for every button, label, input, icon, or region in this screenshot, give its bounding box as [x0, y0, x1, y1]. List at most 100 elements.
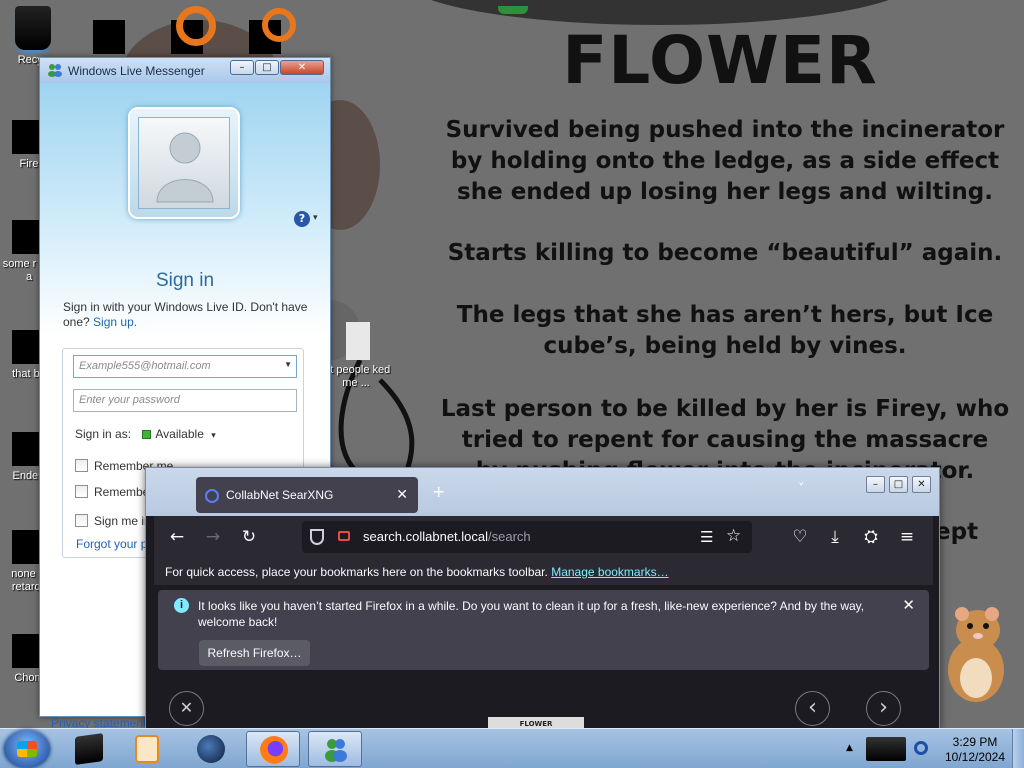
url-text: search.collabnet.local/search [363, 529, 531, 544]
status-dropdown-icon: ▾ [211, 430, 216, 440]
sign-in-description: Sign in with your Windows Live ID. Don't… [63, 300, 313, 330]
hamster-image [948, 607, 1004, 702]
password-field[interactable]: Enter your password [73, 389, 297, 412]
sign-in-as-row: Sign in as: Available ▾ [75, 427, 216, 441]
orange-ring-icon [262, 8, 296, 42]
list-all-tabs-button[interactable]: ˅ [798, 482, 805, 497]
email-dropdown-icon[interactable]: ▼ [284, 360, 292, 369]
refresh-firefox-notification: i It looks like you haven’t started Fire… [158, 590, 929, 670]
forgot-password-link[interactable]: Forgot your p [76, 537, 147, 551]
pocket-icon[interactable]: ♡ [789, 526, 811, 548]
downloads-icon[interactable]: ⤓ [824, 526, 846, 548]
wallpaper-paragraph-3: The legs that she has aren’t hers, but I… [456, 302, 994, 359]
previous-image-button[interactable]: ‹ [795, 691, 830, 726]
system-clock[interactable]: 3:29 PM 10/12/2024 [940, 735, 1010, 765]
notification-message: It looks like you haven’t started Firefo… [198, 599, 865, 629]
reload-button[interactable]: ↻ [238, 526, 260, 548]
notification-close-icon[interactable]: ✕ [902, 596, 915, 614]
messenger-title: Windows Live Messenger [68, 64, 205, 78]
info-icon: i [174, 598, 189, 613]
tab-collabnet-searxng[interactable]: CollabNet SearXNG ✕ [196, 477, 418, 513]
tray-network-icon[interactable] [866, 737, 906, 761]
sign-me-in-label: Sign me in [94, 514, 151, 528]
show-desktop-button[interactable] [1012, 729, 1024, 768]
tracking-protection-shield-icon[interactable] [310, 529, 324, 545]
taskbar-item-firefox[interactable] [246, 731, 300, 767]
wallpaper-paragraph-4: Last person to be killed by her is Firey… [440, 396, 1010, 453]
remember-password-checkbox[interactable] [75, 485, 88, 498]
next-image-button[interactable]: › [866, 691, 901, 726]
maximize-button[interactable]: □ [255, 60, 279, 75]
messenger-icon [325, 739, 347, 762]
refresh-firefox-button[interactable]: Refresh Firefox… [199, 640, 310, 666]
sign-in-as-label: Sign in as: [75, 427, 132, 441]
tab-title: CollabNet SearXNG [226, 488, 334, 502]
back-button[interactable]: ← [166, 526, 188, 548]
new-tab-button[interactable]: + [432, 482, 445, 501]
navigation-toolbar: ← → ↻ search.collabnet.local/search ☰ ☆ … [154, 516, 933, 559]
url-host: search.collabnet.local [363, 529, 489, 544]
reader-view-icon[interactable]: ☰ [700, 528, 713, 546]
status-selector[interactable]: Available ▾ [134, 427, 216, 441]
hamburger-menu-icon[interactable]: ≡ [896, 526, 918, 548]
avatar [138, 117, 230, 209]
media-player-icon [135, 735, 159, 763]
sign-me-in-checkbox[interactable] [75, 514, 88, 527]
help-icon[interactable]: ? [294, 211, 310, 227]
password-placeholder: Enter your password [79, 394, 180, 406]
clock-time: 3:29 PM [952, 735, 998, 749]
searxng-favicon-icon [205, 489, 219, 503]
earth-icon [197, 735, 225, 763]
email-field[interactable]: Example555@hotmail.com ▼ [73, 355, 297, 378]
window-maximize-button[interactable]: □ [889, 476, 908, 493]
window-close-button[interactable]: ✕ [912, 476, 931, 493]
messenger-titlebar[interactable]: Windows Live Messenger – □ ✕ [40, 58, 330, 83]
content-close-button[interactable]: ✕ [169, 691, 204, 726]
start-button[interactable] [4, 730, 50, 768]
remember-me-checkbox[interactable] [75, 459, 88, 472]
extensions-icon[interactable]: ⛭ [860, 526, 882, 548]
recycle-bin-icon [15, 6, 51, 50]
manage-bookmarks-link[interactable]: Manage bookmarks… [551, 565, 668, 579]
default-user-icon [156, 132, 214, 203]
network-icon [75, 733, 103, 765]
minimize-button[interactable]: – [230, 60, 254, 75]
taskbar: ▲ 3:29 PM 10/12/2024 [0, 728, 1024, 768]
wallpaper-paragraph-1: Survived being pushed into the incinerat… [445, 117, 1005, 205]
page-content: ✕ ‹ › FLOWER [154, 676, 933, 729]
address-bar[interactable]: search.collabnet.local/search ☰ ☆ [302, 521, 752, 553]
forward-button[interactable]: → [202, 526, 224, 548]
bookmark-star-icon[interactable]: ☆ [726, 526, 741, 546]
url-path: /search [488, 529, 531, 544]
orange-ring-icon [176, 6, 216, 46]
firefox-titlebar[interactable]: CollabNet SearXNG ✕ + ˅ – □ ✕ [146, 468, 939, 516]
messenger-app-icon [48, 64, 62, 77]
taskbar-item-network[interactable] [62, 731, 116, 767]
firefox-icon [260, 736, 288, 764]
status-value: Available [155, 427, 204, 441]
desktop-icon-shortcut[interactable] [80, 20, 138, 58]
display-picture-frame[interactable] [128, 107, 240, 219]
tray-sync-icon[interactable] [914, 741, 928, 755]
sign-me-in-row[interactable]: Sign me in [75, 514, 151, 528]
tab-close-icon[interactable]: ✕ [396, 486, 408, 503]
sign-in-heading: Sign in [155, 270, 215, 291]
windows-logo-icon [17, 741, 37, 757]
available-status-icon [142, 430, 152, 439]
insecure-lock-icon[interactable] [338, 531, 350, 541]
show-hidden-icons-button[interactable]: ▲ [846, 743, 853, 753]
taskbar-item-messenger[interactable] [308, 731, 362, 767]
taskbar-item-media-player[interactable] [122, 731, 176, 767]
close-button[interactable]: ✕ [280, 60, 324, 75]
black-square-icon [93, 20, 125, 54]
wallpaper-paragraph-2: Starts killing to become “beautiful” aga… [447, 240, 1003, 266]
firefox-window[interactable]: CollabNet SearXNG ✕ + ˅ – □ ✕ ← → ↻ sear… [145, 467, 940, 730]
sign-up-link[interactable]: Sign up. [93, 315, 137, 329]
email-placeholder: Example555@hotmail.com [79, 360, 211, 372]
bookmarks-toolbar: For quick access, place your bookmarks h… [154, 559, 933, 585]
help-dropdown-caret-icon[interactable]: ▾ [313, 213, 318, 223]
window-minimize-button[interactable]: – [866, 476, 885, 493]
taskbar-item-earth[interactable] [184, 731, 238, 767]
clock-date: 10/12/2024 [944, 750, 1006, 764]
wallpaper-paragraph-6: ept [935, 519, 979, 545]
